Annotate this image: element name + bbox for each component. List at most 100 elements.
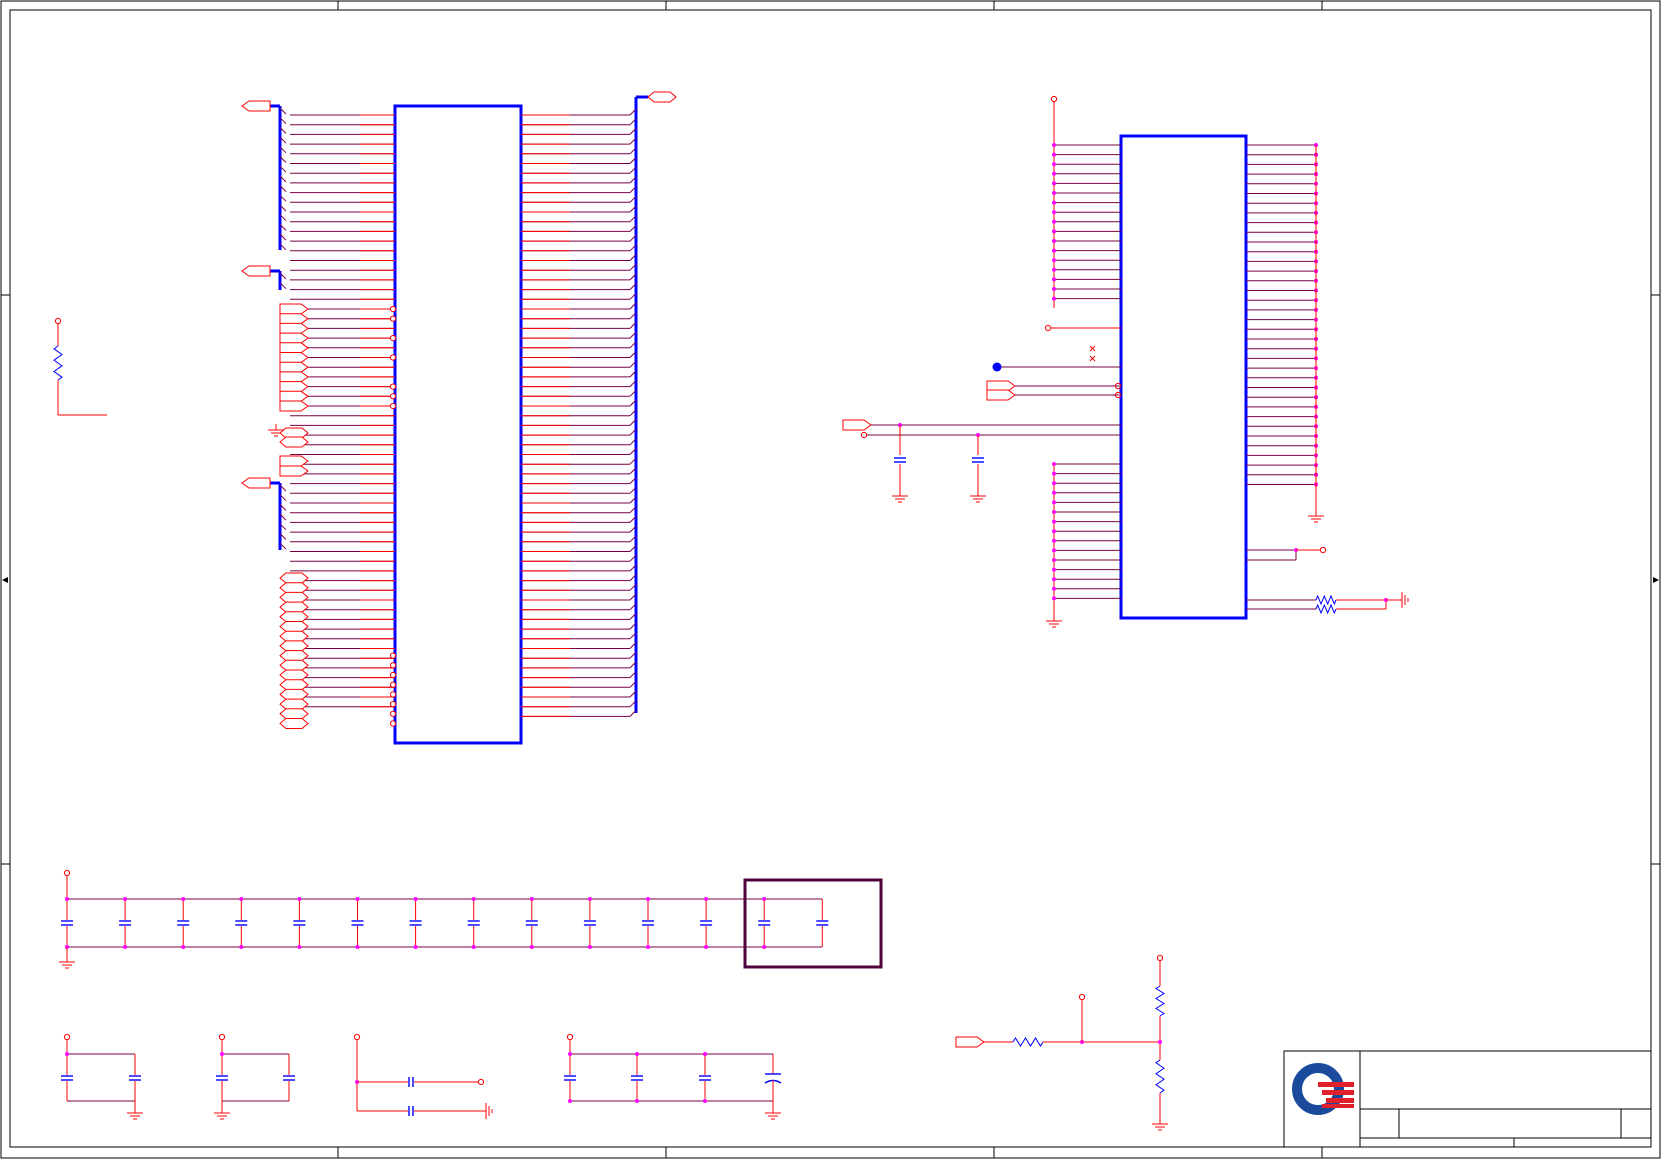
net-port xyxy=(279,313,309,325)
junction-dot xyxy=(646,945,650,949)
junction-dot xyxy=(239,945,244,949)
capacitor xyxy=(177,920,190,926)
junction-dot xyxy=(704,945,709,949)
junction-dot xyxy=(123,945,128,949)
junction-dot xyxy=(239,897,244,901)
decoupling-capacitor xyxy=(119,897,132,949)
decoupling-capacitor xyxy=(235,897,248,949)
net-port xyxy=(279,400,309,412)
junction-dot xyxy=(181,897,186,901)
ground-symbol xyxy=(1308,510,1324,523)
decoupling-capacitor-row xyxy=(59,869,883,969)
pin-terminal xyxy=(389,335,397,342)
power-terminal xyxy=(54,317,62,325)
net-port xyxy=(279,630,309,642)
power-terminal xyxy=(1156,954,1164,962)
ground-symbol xyxy=(127,1107,143,1120)
net-port xyxy=(279,352,309,363)
capacitor xyxy=(283,1075,295,1081)
junction-dot xyxy=(1052,181,1056,186)
decoupling-capacitor xyxy=(409,897,422,949)
junction-dot xyxy=(1052,152,1056,157)
junction-dot xyxy=(1052,567,1056,572)
signal-net-port xyxy=(279,342,309,354)
capacitor xyxy=(642,920,654,926)
junction-dot xyxy=(568,1099,572,1103)
capacitor xyxy=(61,1075,73,1081)
coupling-capacitor-pair xyxy=(353,1033,493,1119)
divider-resistor-bottom xyxy=(1155,1059,1165,1094)
pin-terminal xyxy=(389,305,397,313)
schematic-canvas xyxy=(0,0,1661,1159)
capacitor-pair xyxy=(61,1033,143,1120)
ground-symbol xyxy=(892,490,908,503)
ground-symbol xyxy=(1152,1118,1168,1131)
net-junction xyxy=(992,362,1002,372)
pin-terminal xyxy=(389,383,397,390)
net-port xyxy=(279,390,309,402)
net-port xyxy=(279,572,309,584)
junction-dot xyxy=(1052,548,1056,553)
junction-dot xyxy=(1052,519,1056,524)
decoupling-capacitor xyxy=(351,897,364,949)
data-net-port xyxy=(279,601,309,613)
power-terminal xyxy=(566,1033,574,1041)
junction-dot xyxy=(1052,529,1056,534)
capacitor xyxy=(235,920,248,926)
junction-dot xyxy=(1052,296,1056,301)
junction-dot xyxy=(1052,267,1056,272)
power-terminal xyxy=(353,1033,361,1041)
pin-terminal xyxy=(389,402,397,410)
decoupling-capacitor xyxy=(816,899,829,947)
junction-dot xyxy=(65,897,69,901)
schematic-sheet xyxy=(0,0,1661,1159)
data-net-port xyxy=(279,621,309,632)
divider-resistor-top xyxy=(1155,985,1165,1017)
capacitor xyxy=(816,920,829,926)
junction-dot xyxy=(529,945,534,949)
junction-dot xyxy=(1052,586,1056,591)
junction-dot xyxy=(703,1052,707,1056)
junction-dot xyxy=(1052,143,1056,147)
data-net-port xyxy=(279,572,309,584)
junction-dot xyxy=(1052,462,1056,466)
signal-net-port xyxy=(279,436,309,448)
data-net-port xyxy=(279,611,309,623)
junction-dot xyxy=(65,1052,69,1056)
pin-terminal xyxy=(389,681,397,688)
junction-dot xyxy=(1052,191,1056,195)
data-net-port xyxy=(279,669,397,681)
net-port xyxy=(279,361,309,373)
junction-dot xyxy=(297,897,302,901)
junction-dot xyxy=(1158,1040,1162,1044)
highlight-box xyxy=(743,878,883,969)
decoupling-capacitor xyxy=(525,897,538,949)
pin-terminal xyxy=(389,701,397,708)
filter-capacitor xyxy=(972,457,984,463)
bus-net-port xyxy=(241,477,271,489)
series-resistor xyxy=(1012,1037,1044,1047)
junction-dot xyxy=(1052,481,1056,486)
main-ic xyxy=(393,104,523,745)
decoupling-capacitor xyxy=(642,897,654,949)
signal-net-port xyxy=(842,419,872,431)
termination-resistor xyxy=(1315,603,1337,615)
capacitor xyxy=(467,920,480,926)
main-ic-body xyxy=(393,104,523,745)
signal-net-port xyxy=(279,371,309,383)
net-port xyxy=(279,640,309,652)
junction-dot xyxy=(635,1099,639,1103)
data-net-port xyxy=(279,630,309,642)
junction-dot xyxy=(1052,219,1056,224)
junction-dot xyxy=(1052,248,1056,253)
sheet-border xyxy=(0,0,1661,1159)
pin-terminal xyxy=(389,354,397,361)
decoupling-capacitor xyxy=(583,897,596,949)
pin-terminal xyxy=(389,393,397,400)
junction-dot xyxy=(1052,510,1056,514)
filter-capacitor xyxy=(894,457,906,463)
junction-dot xyxy=(471,945,476,949)
junction-dot xyxy=(587,945,592,949)
junction-dot xyxy=(1052,229,1056,234)
pin-terminal xyxy=(389,691,397,698)
